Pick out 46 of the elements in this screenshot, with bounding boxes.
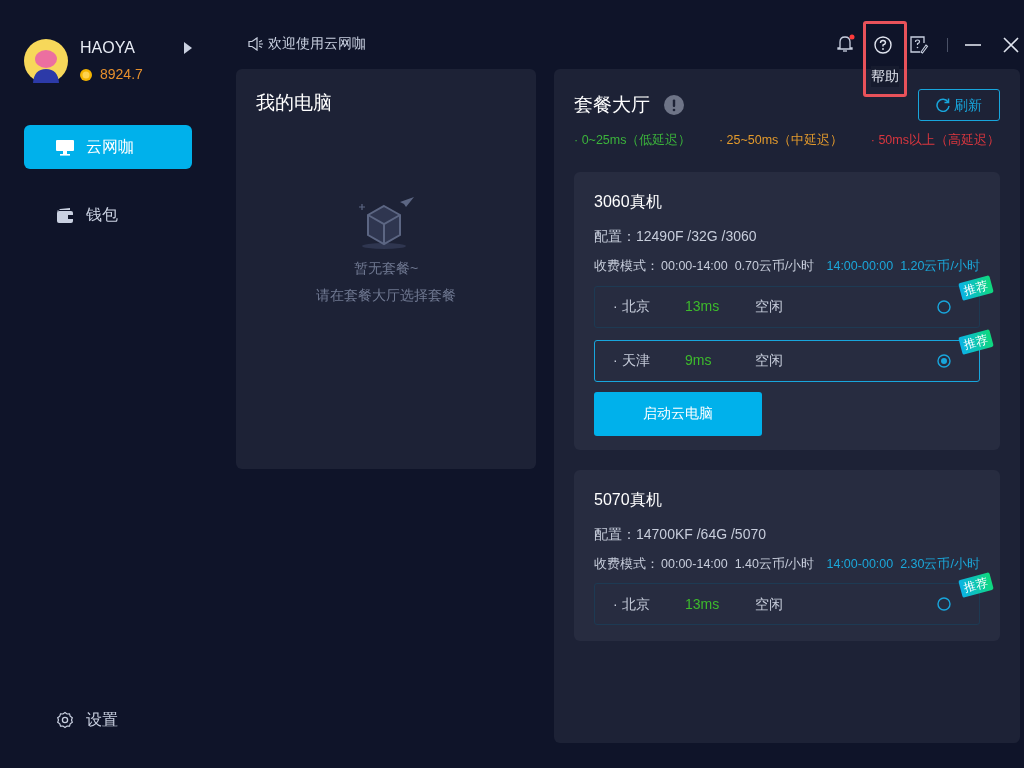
- package-title: 3060真机: [594, 191, 663, 212]
- user-name: HAOYA: [80, 38, 136, 58]
- monitor-icon: [56, 138, 74, 156]
- status-label: 空闲: [755, 351, 783, 370]
- legend-item: · 25~50ms（中延迟）: [718, 132, 844, 149]
- config-text: 配置：12490F /32G /3060: [594, 226, 758, 246]
- settings-icon: [56, 711, 74, 729]
- billing-text: 收费模式： 00:00-14:00 0.70云币/小时 14:00-00:00 1.20云币/小时: [594, 257, 980, 275]
- info-icon[interactable]: [664, 95, 684, 115]
- panel-title: 我的电脑: [256, 91, 332, 115]
- expand-arrow-icon[interactable]: [184, 42, 192, 54]
- empty-title: 暂无套餐~: [353, 258, 419, 278]
- city-label: · 北京: [613, 594, 651, 614]
- avatar: [24, 38, 68, 83]
- legend-item: · 50ms以上（高延迟）: [870, 132, 1000, 149]
- sidebar-item[interactable]: 钱包: [24, 193, 192, 237]
- refresh-icon: [935, 98, 950, 112]
- city-label: · 天津: [613, 351, 651, 370]
- tooltip: 帮助: [870, 66, 899, 87]
- wallet-icon: [56, 206, 74, 224]
- radio-button[interactable]: [936, 299, 951, 314]
- panel-title: 套餐大厅: [574, 92, 650, 117]
- recommend-tag: 推荐: [958, 274, 994, 301]
- empty-hint: 请在套餐大厅选择套餐: [316, 285, 456, 305]
- radio-button[interactable]: [936, 597, 951, 612]
- settings-item[interactable]: 设置: [24, 698, 192, 742]
- recommend-tag: 推荐: [958, 572, 994, 599]
- radio-button[interactable]: [936, 353, 951, 368]
- billing-text: 收费模式： 00:00-14:00 1.40云币/小时 14:00-00:00 2.30云币/小时: [594, 555, 980, 573]
- legend-item: · 0~25ms（低延迟）: [574, 132, 692, 149]
- empty-box-illustration: [356, 195, 416, 252]
- city-label: · 北京: [613, 297, 651, 316]
- close-icon[interactable]: [1001, 36, 1020, 54]
- latency-value: 13ms: [685, 297, 721, 316]
- coin-balance: 8924.7: [100, 65, 143, 84]
- package-title: 5070真机: [594, 489, 663, 510]
- refresh-button[interactable]: 刷新: [917, 89, 1000, 121]
- recommend-tag: 推荐: [958, 328, 994, 355]
- latency-value: 13ms: [685, 594, 721, 614]
- status-label: 空闲: [755, 594, 783, 614]
- latency-value: 9ms: [685, 351, 713, 370]
- speaker-icon: [248, 36, 264, 51]
- coin-icon: [80, 68, 92, 81]
- notice-text: 欢迎使用云网咖: [268, 34, 366, 53]
- config-text: 配置：14700KF /64G /5070: [594, 524, 767, 544]
- status-label: 空闲: [755, 297, 783, 316]
